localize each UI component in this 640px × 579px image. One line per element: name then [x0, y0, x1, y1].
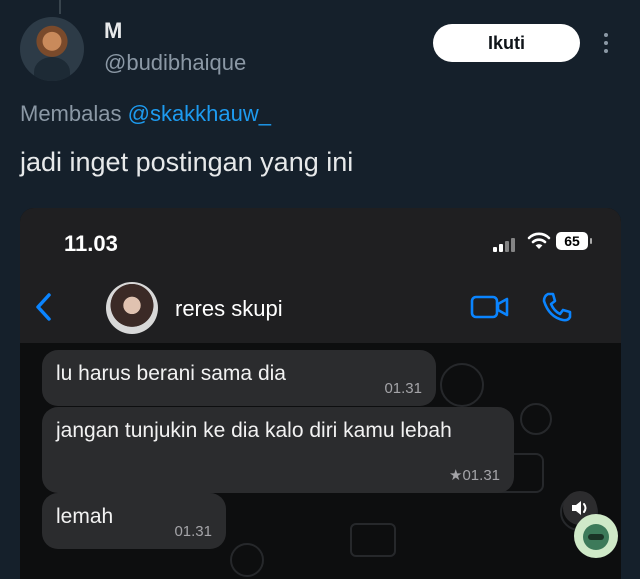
message-text: lemah: [56, 505, 114, 528]
reply-mention-link[interactable]: @skakkhauw_: [128, 101, 271, 126]
status-bar-time: 11.03: [64, 231, 118, 256]
message-bubble[interactable]: lu harus berani sama dia 01.31: [42, 350, 436, 406]
phone-icon: [542, 292, 572, 322]
message-text: jangan tunjukin ke dia kalo diri kamu le…: [56, 419, 452, 442]
wallpaper-doodle: [350, 523, 396, 557]
user-handle[interactable]: @budibhaique: [104, 50, 246, 76]
user-avatar[interactable]: [20, 17, 84, 81]
wallpaper-doodle: [520, 403, 552, 435]
more-vertical-icon[interactable]: [600, 33, 612, 57]
message-time: ★01.31: [449, 467, 500, 484]
tweet-text: jadi inget postingan yang ini: [20, 147, 354, 177]
display-name[interactable]: M: [104, 18, 122, 44]
contact-name: reres skupi: [175, 296, 283, 321]
wallpaper-doodle: [230, 543, 264, 577]
reply-prefix: Membalas: [20, 101, 122, 126]
message-bubble[interactable]: jangan tunjukin ke dia kalo diri kamu le…: [42, 407, 514, 493]
signal-icon: [493, 236, 521, 252]
chat-header: 11.03 65 reres skupi: [20, 208, 621, 343]
embedded-screenshot[interactable]: 11.03 65 reres skupi lu harus berani sam…: [20, 208, 621, 579]
thread-connector-line: [59, 0, 61, 14]
wifi-icon: [527, 232, 551, 249]
message-time: 01.31: [384, 380, 422, 397]
wallpaper-doodle: [440, 363, 484, 407]
message-bubble[interactable]: lemah 01.31: [42, 493, 226, 549]
battery-icon: 65: [556, 232, 592, 250]
follow-button[interactable]: Ikuti: [433, 24, 580, 62]
sticker-icon[interactable]: [574, 514, 618, 558]
contact-avatar: [106, 282, 158, 334]
message-text: lu harus berani sama dia: [56, 362, 286, 385]
reply-context: Membalas @skakkhauw_: [20, 101, 271, 127]
chevron-left-icon: [36, 293, 51, 321]
video-call-icon: [470, 295, 509, 319]
message-time: 01.31: [174, 523, 212, 540]
